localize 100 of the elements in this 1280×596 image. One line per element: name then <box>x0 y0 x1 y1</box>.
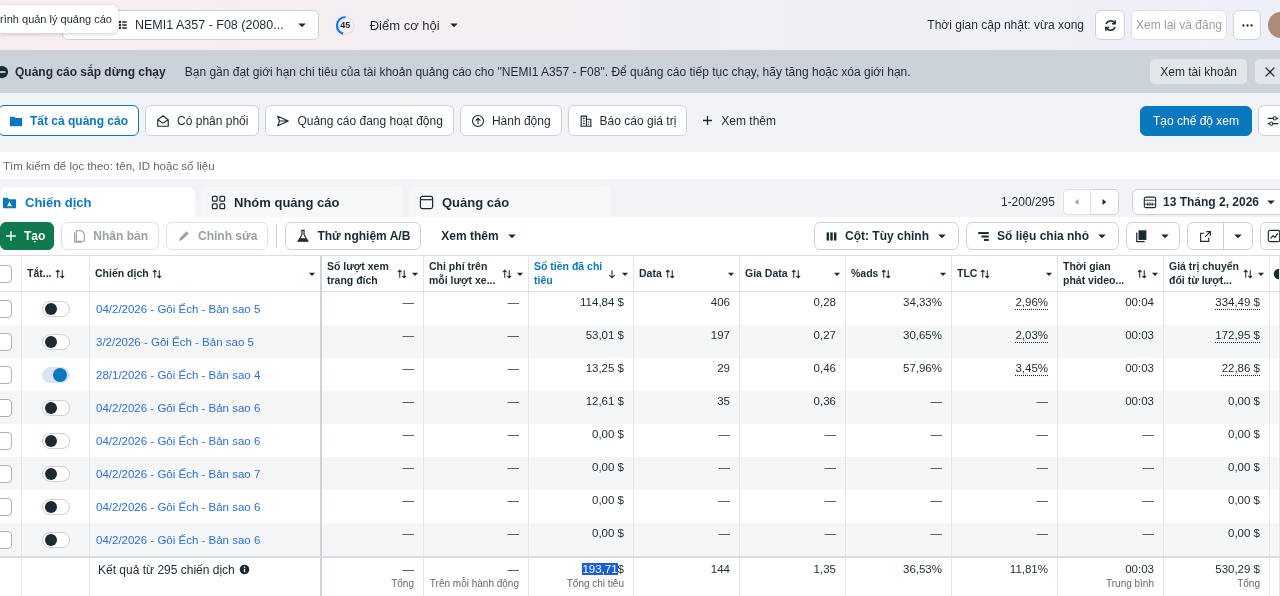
filter-tab[interactable]: Có phân phối <box>145 105 260 136</box>
plus-icon <box>701 114 715 127</box>
table-cell: 0,00 $ <box>529 457 634 490</box>
checkbox[interactable] <box>0 497 12 516</box>
total-value: 00:03 <box>1125 563 1154 575</box>
flask-icon <box>296 229 311 243</box>
score-value: 45 <box>340 20 351 30</box>
column-header[interactable]: %ads <box>846 256 952 292</box>
toggle-switch[interactable] <box>41 531 70 548</box>
campaign-link[interactable]: 04/2/2026 - Gôi Ếch - Bản sao 6 <box>90 523 322 556</box>
line-chart-icon <box>1267 229 1280 243</box>
table-cell: — <box>634 457 740 490</box>
table-cell: — <box>846 457 952 490</box>
checkbox[interactable] <box>0 365 12 384</box>
column-header[interactable]: TLC <box>952 256 1058 292</box>
table-cell: 0,27 <box>740 325 846 358</box>
table-cell: 0,00 $ <box>1164 391 1270 424</box>
campaign-link[interactable]: 3/2/2026 - Gôi Ếch - Bản sao 5 <box>90 325 322 358</box>
column-header[interactable]: Tắt... <box>22 256 90 292</box>
table-cell: — <box>846 523 952 556</box>
column-header[interactable]: Giá trị chuyển đổi từ lượt... <box>1164 256 1270 292</box>
refresh-button[interactable] <box>1095 10 1125 40</box>
checkbox[interactable] <box>0 530 12 549</box>
pencil-icon <box>177 229 191 243</box>
column-header[interactable]: Chi phí trên mỗi lượt xe... <box>424 256 529 292</box>
column-header[interactable]: Số lượt xem trang đích <box>322 256 424 292</box>
table-cell: — <box>952 391 1058 424</box>
level-tab[interactable]: Chiến dịch <box>0 187 195 217</box>
toggle-switch[interactable] <box>41 300 70 317</box>
toggle-switch[interactable] <box>41 465 70 482</box>
table-cell: 35 <box>634 391 740 424</box>
level-tab[interactable]: Nhóm quảng cáo <box>201 187 403 217</box>
toggle-switch[interactable] <box>41 333 70 350</box>
columns-dropdown[interactable]: Cột: Tùy chỉnh <box>814 222 959 250</box>
create-button[interactable]: Tạo <box>0 222 55 250</box>
total-value: — <box>507 563 519 575</box>
total-note: Tổng <box>1237 578 1260 589</box>
filter-tab[interactable]: Quảng cáo đang hoạt động <box>265 105 454 136</box>
opportunity-dropdown[interactable]: Điểm cơ hội <box>363 16 466 34</box>
toggle-switch[interactable] <box>41 498 70 515</box>
breakdown-dropdown[interactable]: Số liệu chia nhỏ <box>966 222 1119 250</box>
checkbox[interactable] <box>0 464 12 483</box>
window-icon <box>419 194 434 210</box>
table-cell: 2,03% <box>952 325 1058 358</box>
table-cell: — <box>1058 457 1164 490</box>
reports-dropdown[interactable] <box>1126 222 1180 250</box>
table-cell: 0,00 $ <box>1164 457 1270 490</box>
checkbox[interactable] <box>0 264 12 283</box>
date-picker[interactable]: 13 Tháng 2, 2026 <box>1131 189 1280 215</box>
view-account-button[interactable]: Xem tài khoản <box>1149 58 1248 85</box>
checkbox[interactable] <box>0 398 12 417</box>
filter-tab[interactable]: Tất cả quảng cáo <box>0 105 140 136</box>
toggle-switch[interactable] <box>41 366 70 383</box>
create-view-button[interactable]: Tạo chế độ xem <box>1139 105 1252 136</box>
plus-icon <box>4 229 18 243</box>
view-settings-button[interactable] <box>1258 105 1280 136</box>
chart-button[interactable] <box>1260 222 1280 250</box>
banner-message: Bạn gần đạt giới hạn chi tiêu của tài khoản quảng cáo cho "NEMI1 A357 - F08". Để quảng cáo tiếp tục chạy, hãy tăng hoặc xóa giới hạn. <box>184 64 911 79</box>
envelope-icon <box>156 113 171 128</box>
toggle-switch[interactable] <box>41 432 70 449</box>
column-header[interactable]: Gia Data <box>740 256 846 292</box>
sliders-icon <box>1266 113 1280 128</box>
checkbox[interactable] <box>0 332 12 351</box>
table-cell: 00:03 <box>1058 391 1164 424</box>
column-header[interactable]: Chiến dịch <box>90 256 322 292</box>
toggle-switch[interactable] <box>41 399 70 416</box>
total-value: 1,35 <box>813 563 836 575</box>
columns-icon <box>825 229 838 243</box>
table-cell: 197 <box>634 325 740 358</box>
export-button[interactable] <box>1187 222 1224 250</box>
column-header[interactable]: Data <box>634 256 740 292</box>
checkbox[interactable] <box>0 431 12 450</box>
refresh-icon <box>1102 17 1118 33</box>
column-header[interactable]: Thời gian phát video... <box>1058 256 1164 292</box>
more-actions-dropdown[interactable]: Xem thêm <box>431 222 528 250</box>
breakdown-icon <box>977 229 990 243</box>
campaign-link[interactable]: 04/2/2026 - Gôi Ếch - Bản sao 7 <box>90 457 322 490</box>
total-value: 144 <box>710 563 730 575</box>
search-field[interactable]: Tìm kiếm để lọc theo: tên, ID hoặc số liệu <box>0 152 1280 179</box>
total-note: Trên mỗi hành động <box>429 578 519 589</box>
table-cell: — <box>634 523 740 556</box>
copy-icon <box>72 229 87 243</box>
column-header[interactable]: Số tiền đã chi tiêu <box>529 256 634 292</box>
total-note: Tổng <box>391 578 414 589</box>
toolbar-button[interactable]: Thử nghiệm A/B <box>285 222 422 250</box>
more-filters-button[interactable]: Xem thêm <box>693 105 784 136</box>
grid-icon <box>211 194 226 210</box>
table-cell: — <box>740 457 846 490</box>
total-value: 530,29 $ <box>1215 563 1260 575</box>
level-tab[interactable]: Quảng cáo <box>409 187 611 217</box>
table-cell: 12,61 $ <box>529 391 634 424</box>
table-cell: — <box>322 325 424 358</box>
total-value: — <box>402 563 414 575</box>
total-value: 11,81% <box>1009 563 1048 575</box>
campaign-link[interactable]: 04/2/2026 - Gôi Ếch - Bản sao 6 <box>90 391 322 424</box>
checkbox[interactable] <box>0 299 12 318</box>
filter-tab[interactable]: Báo cáo giá trị <box>567 105 688 136</box>
table-cell: 0,00 $ <box>1164 523 1270 556</box>
filter-tab[interactable]: Hành động <box>459 105 562 136</box>
close-button[interactable] <box>1254 58 1280 85</box>
